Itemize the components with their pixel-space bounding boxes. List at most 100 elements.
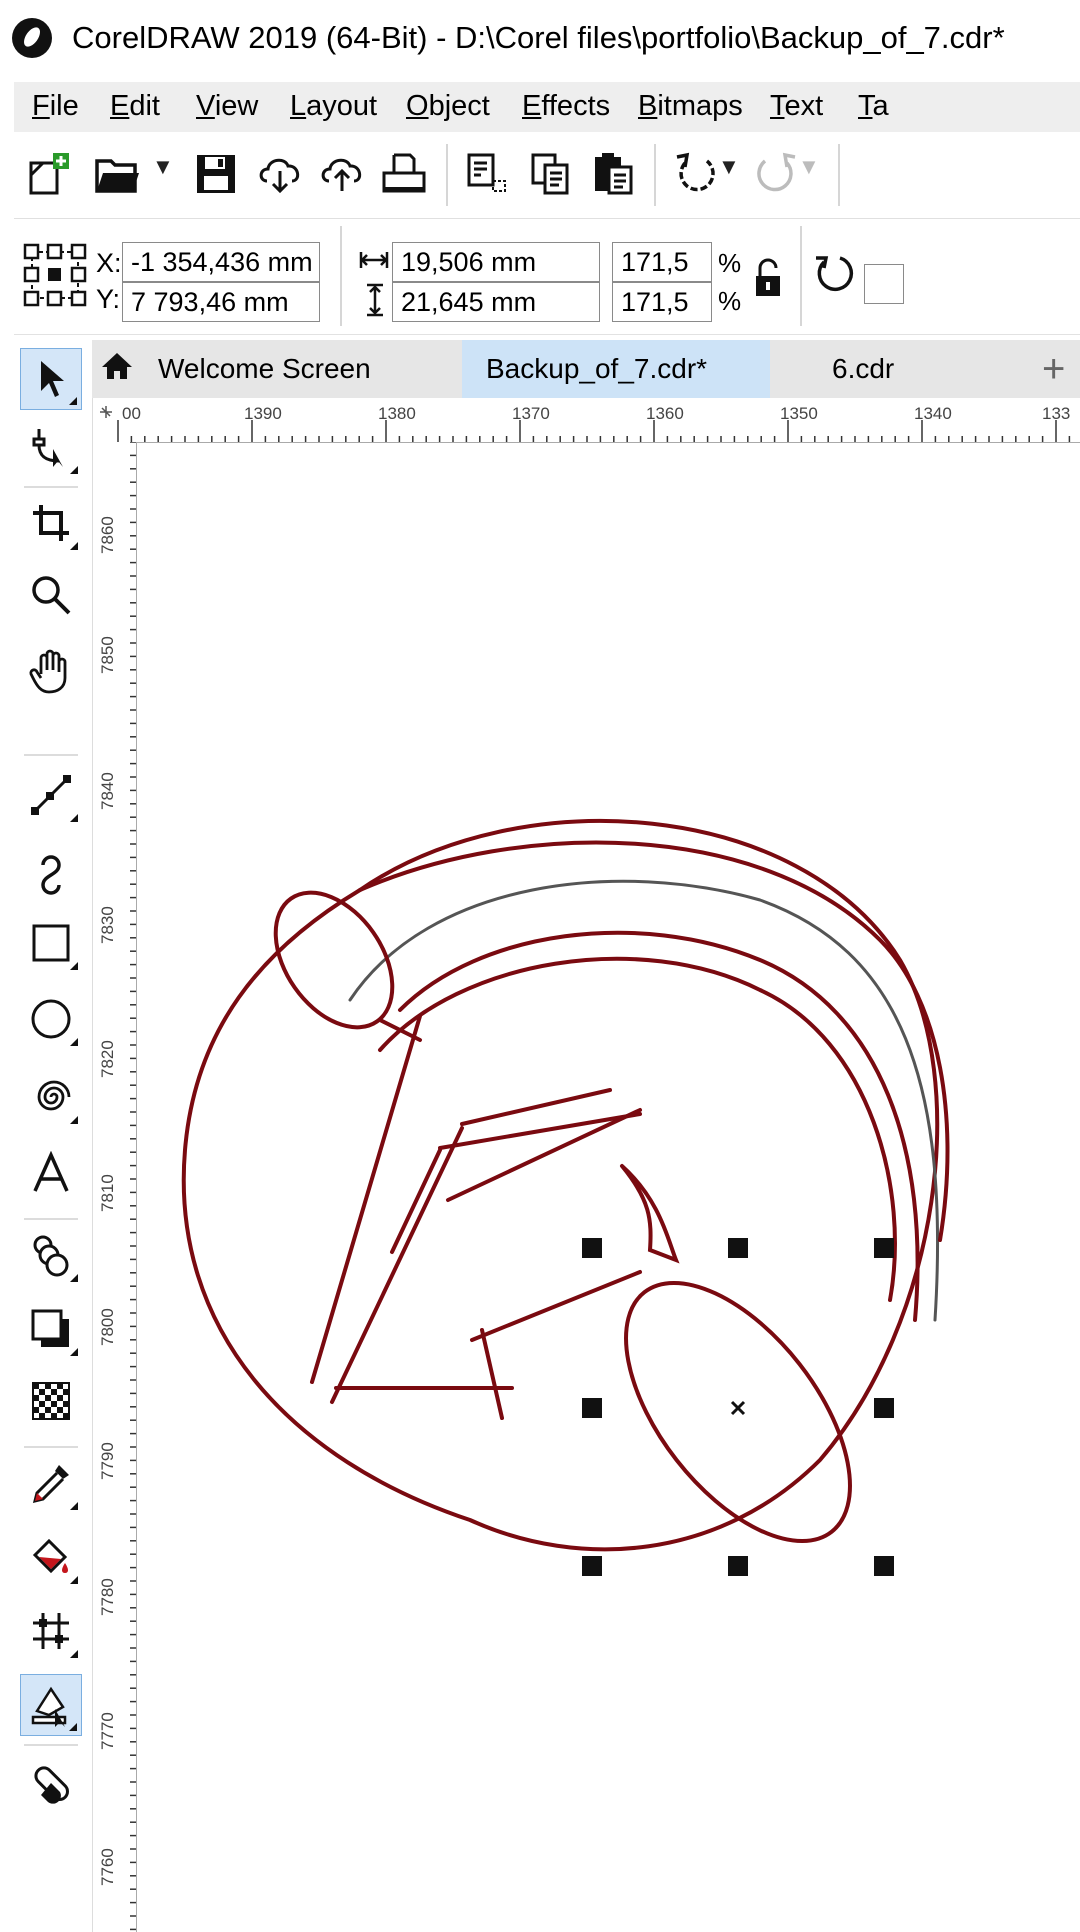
zoom-tool-icon[interactable] [20,564,82,626]
selected-ellipse-path [624,1280,852,1544]
width-icon [358,248,390,277]
hook-stroke [620,1164,680,1264]
menu-object[interactable]: Object [406,90,490,123]
blade-stroke [390,1148,442,1254]
menu-table[interactable]: Ta [858,90,889,123]
open-folder-icon[interactable] [88,144,148,204]
document-tabs: Welcome Screen Backup_of_7.cdr* 6.cdr + [92,340,1080,398]
cut-icon[interactable] [458,144,518,204]
menu-edit[interactable]: Edit [110,90,160,123]
ruler-v-label: 7850 [98,636,117,674]
text-tool-icon[interactable] [20,1142,82,1204]
cloud-download-icon[interactable] [250,144,310,204]
blade-stroke [446,1108,642,1202]
title-bar: CorelDRAW 2019 (64-Bit) - D:\Corel files… [0,0,1080,76]
ruler-v-label: 7760 [98,1848,117,1886]
blend-tool-icon[interactable] [20,1224,82,1286]
ruler-h-label: 1380 [378,404,416,423]
undo-dropdown-caret[interactable]: ▼ [718,154,740,180]
ruler-corner-label: 00 [122,404,141,423]
property-bar: X: Y: % % [14,220,1080,335]
ruler-v-label: 7790 [98,1442,117,1480]
menu-file[interactable]: File [32,90,79,123]
vertical-ruler[interactable]: 7860 7850 7840 7830 7820 7810 7800 7790 … [96,442,137,1932]
new-document-icon[interactable] [20,144,80,204]
ruler-v-label: 7770 [98,1712,117,1750]
ruler-h-label: 1350 [780,404,818,423]
drawing-artwork[interactable] [137,443,1080,1932]
scale-x-percent: % [718,248,742,278]
drop-shadow-icon[interactable] [20,1298,82,1360]
ruler-h-label: 1390 [244,404,282,423]
eyedropper-icon[interactable] [20,1452,82,1514]
scale-y-field[interactable] [612,282,712,322]
ruler-h-label: 1340 [914,404,952,423]
artistic-media-icon[interactable] [20,840,82,902]
paste-icon[interactable] [584,144,644,204]
rotation-center-icon [730,1400,746,1416]
redo-dropdown-caret[interactable]: ▼ [798,154,820,180]
toolbox-separator [24,1446,78,1448]
rotation-field[interactable] [864,264,904,304]
menu-bar: File Edit View Layout Object Effects Bit… [14,82,1080,132]
width-field[interactable] [392,242,600,282]
tab-welcome-screen[interactable]: Welcome Screen [92,340,462,398]
ruler-v-label: 7820 [98,1040,117,1078]
scale-x-field[interactable] [612,242,712,282]
smart-fill-icon[interactable] [20,1674,82,1736]
x-position-field[interactable] [122,242,320,282]
menu-effects[interactable]: Effects [522,90,610,123]
line-tool-icon[interactable] [20,764,82,826]
save-icon[interactable] [186,144,246,204]
undo-icon[interactable] [666,144,726,204]
height-field[interactable] [392,282,600,322]
crop-tool-icon[interactable] [20,492,82,554]
pan-tool-icon[interactable] [20,640,82,702]
ruler-v-label: 7800 [98,1308,117,1346]
eraser-icon[interactable] [20,1752,82,1814]
add-tab-button[interactable]: + [1042,340,1080,398]
menu-bitmaps[interactable]: Bitmaps [638,90,743,123]
menu-view[interactable]: View [196,90,258,123]
mesh-fill-icon[interactable] [20,1600,82,1662]
menu-text[interactable]: Text [770,90,823,123]
ruler-v-label: 7780 [98,1578,117,1616]
rotate-icon[interactable] [810,250,860,305]
x-label: X: [96,248,122,278]
toolbox [14,340,93,1932]
lock-ratio-icon[interactable] [752,256,788,305]
tab-6-cdr[interactable]: 6.cdr [770,340,1030,398]
y-position-field[interactable] [122,282,320,322]
tab-label: Backup_of_7.cdr* [486,353,708,384]
toolbox-separator [24,1218,78,1220]
print-icon[interactable] [374,144,434,204]
ruler-v-label: 7830 [98,906,117,944]
y-label: Y: [96,284,121,314]
outer-circle-path [181,818,940,1552]
toolbar-separator [446,144,448,206]
transparency-icon[interactable] [20,1370,82,1432]
object-origin-icon[interactable] [22,242,88,313]
redo-icon[interactable] [746,144,806,204]
spiral-tool-icon[interactable] [20,1066,82,1128]
ellipse-tool-icon[interactable] [20,988,82,1050]
small-ellipse-path [273,890,395,1030]
ribbon-inner-arc [378,956,897,1302]
ribbon-outer-arc [348,879,939,1322]
toolbox-separator [24,754,78,756]
rectangle-tool-icon[interactable] [20,912,82,974]
ribbon-middle-arc [398,930,920,1322]
open-dropdown-caret[interactable]: ▼ [152,154,174,180]
tab-backup-of-7[interactable]: Backup_of_7.cdr* [462,340,770,398]
copy-icon[interactable] [522,144,582,204]
pick-tool-icon[interactable] [20,348,82,410]
horizontal-ruler[interactable]: 00 1390 1380 1370 1360 1350 1340 133 [96,400,1080,443]
interactive-fill-icon[interactable] [20,1526,82,1588]
drawing-canvas[interactable] [137,443,1080,1932]
menu-layout[interactable]: Layout [290,90,377,123]
ruler-h-label: 1370 [512,404,550,423]
cloud-upload-icon[interactable] [312,144,372,204]
tab-label: Welcome Screen [158,353,371,384]
ruler-v-label: 7860 [98,516,117,554]
shape-tool-icon[interactable] [20,416,82,478]
